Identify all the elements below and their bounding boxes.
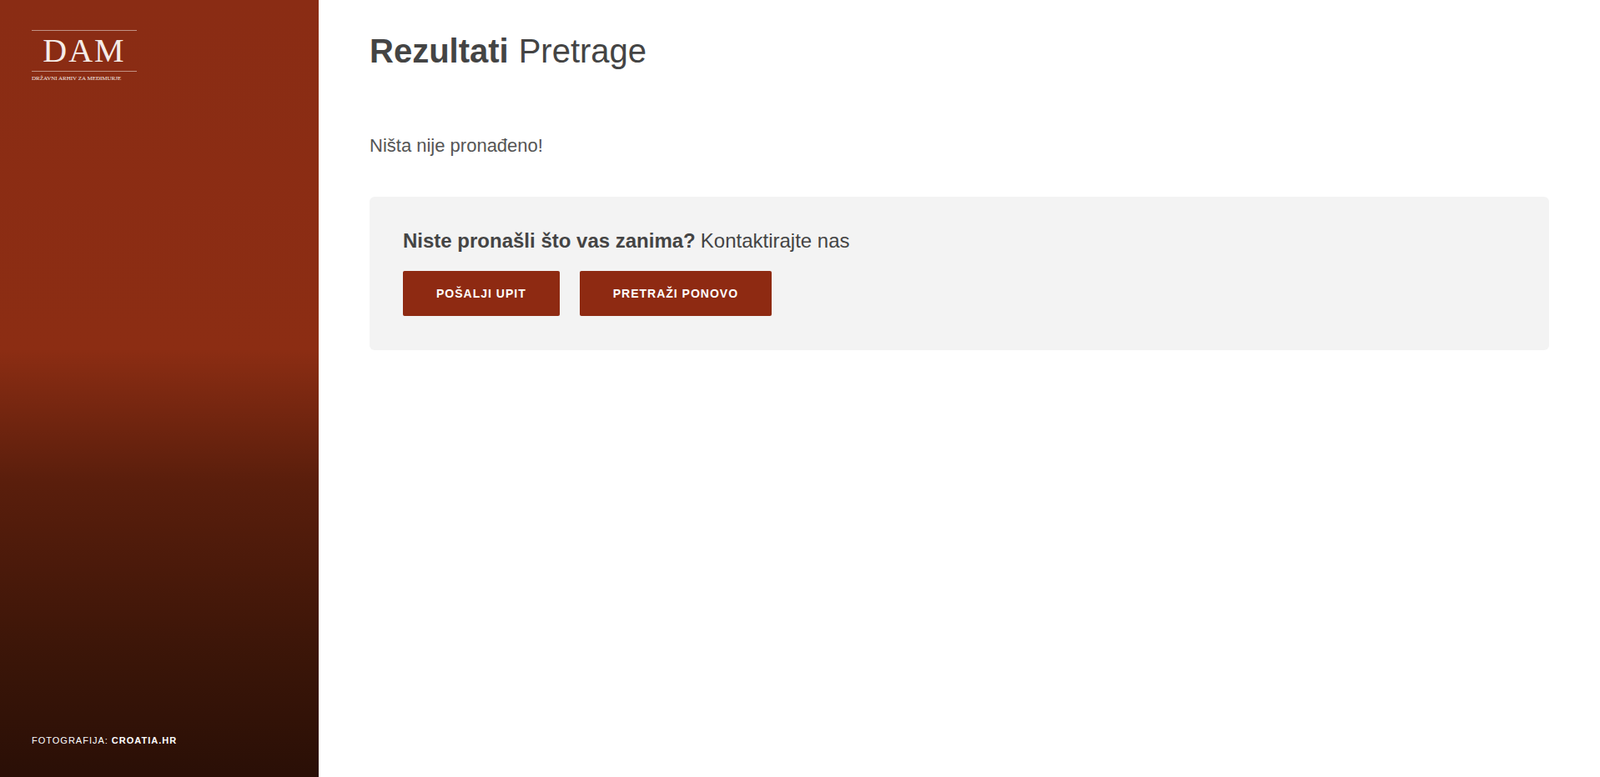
send-inquiry-button[interactable]: POŠALJI UPIT xyxy=(402,271,560,317)
credit-label: FOTOGRAFIJA: xyxy=(31,734,109,749)
main-content: RezultatiPretrage Ništa nije pronađeno! Ni… xyxy=(318,0,1600,777)
page-title: RezultatiPretrage xyxy=(369,30,1550,71)
contact-heading: Niste pronašli što vas zanima?Kontaktira… xyxy=(402,227,1516,255)
contact-box: Niste pronašli što vas zanima?Kontaktira… xyxy=(369,196,1550,351)
credit-source[interactable]: CROATIA.HR xyxy=(111,734,177,749)
search-again-button[interactable]: PRETRAŽI PONOVO xyxy=(579,271,772,317)
app: DAM DRŽAVNI ARHIV ZA MEĐIMURJE FOTOGRAFIJA… xyxy=(0,0,1600,777)
photo-credit: FOTOGRAFIJA:CROATIA.HR xyxy=(31,734,287,749)
logo-caption: DRŽAVNI ARHIV ZA MEĐIMURJE xyxy=(31,74,121,83)
sidebar: DAM DRŽAVNI ARHIV ZA MEĐIMURJE FOTOGRAFIJA… xyxy=(0,0,319,777)
logo[interactable]: DAM DRŽAVNI ARHIV ZA MEĐIMURJE xyxy=(31,30,137,83)
logo-mark: DAM xyxy=(42,32,126,70)
button-row: POŠALJI UPIT PRETRAŽI PONOVO xyxy=(402,271,1516,317)
no-results-message: Ništa nije pronađeno! xyxy=(369,133,1550,159)
